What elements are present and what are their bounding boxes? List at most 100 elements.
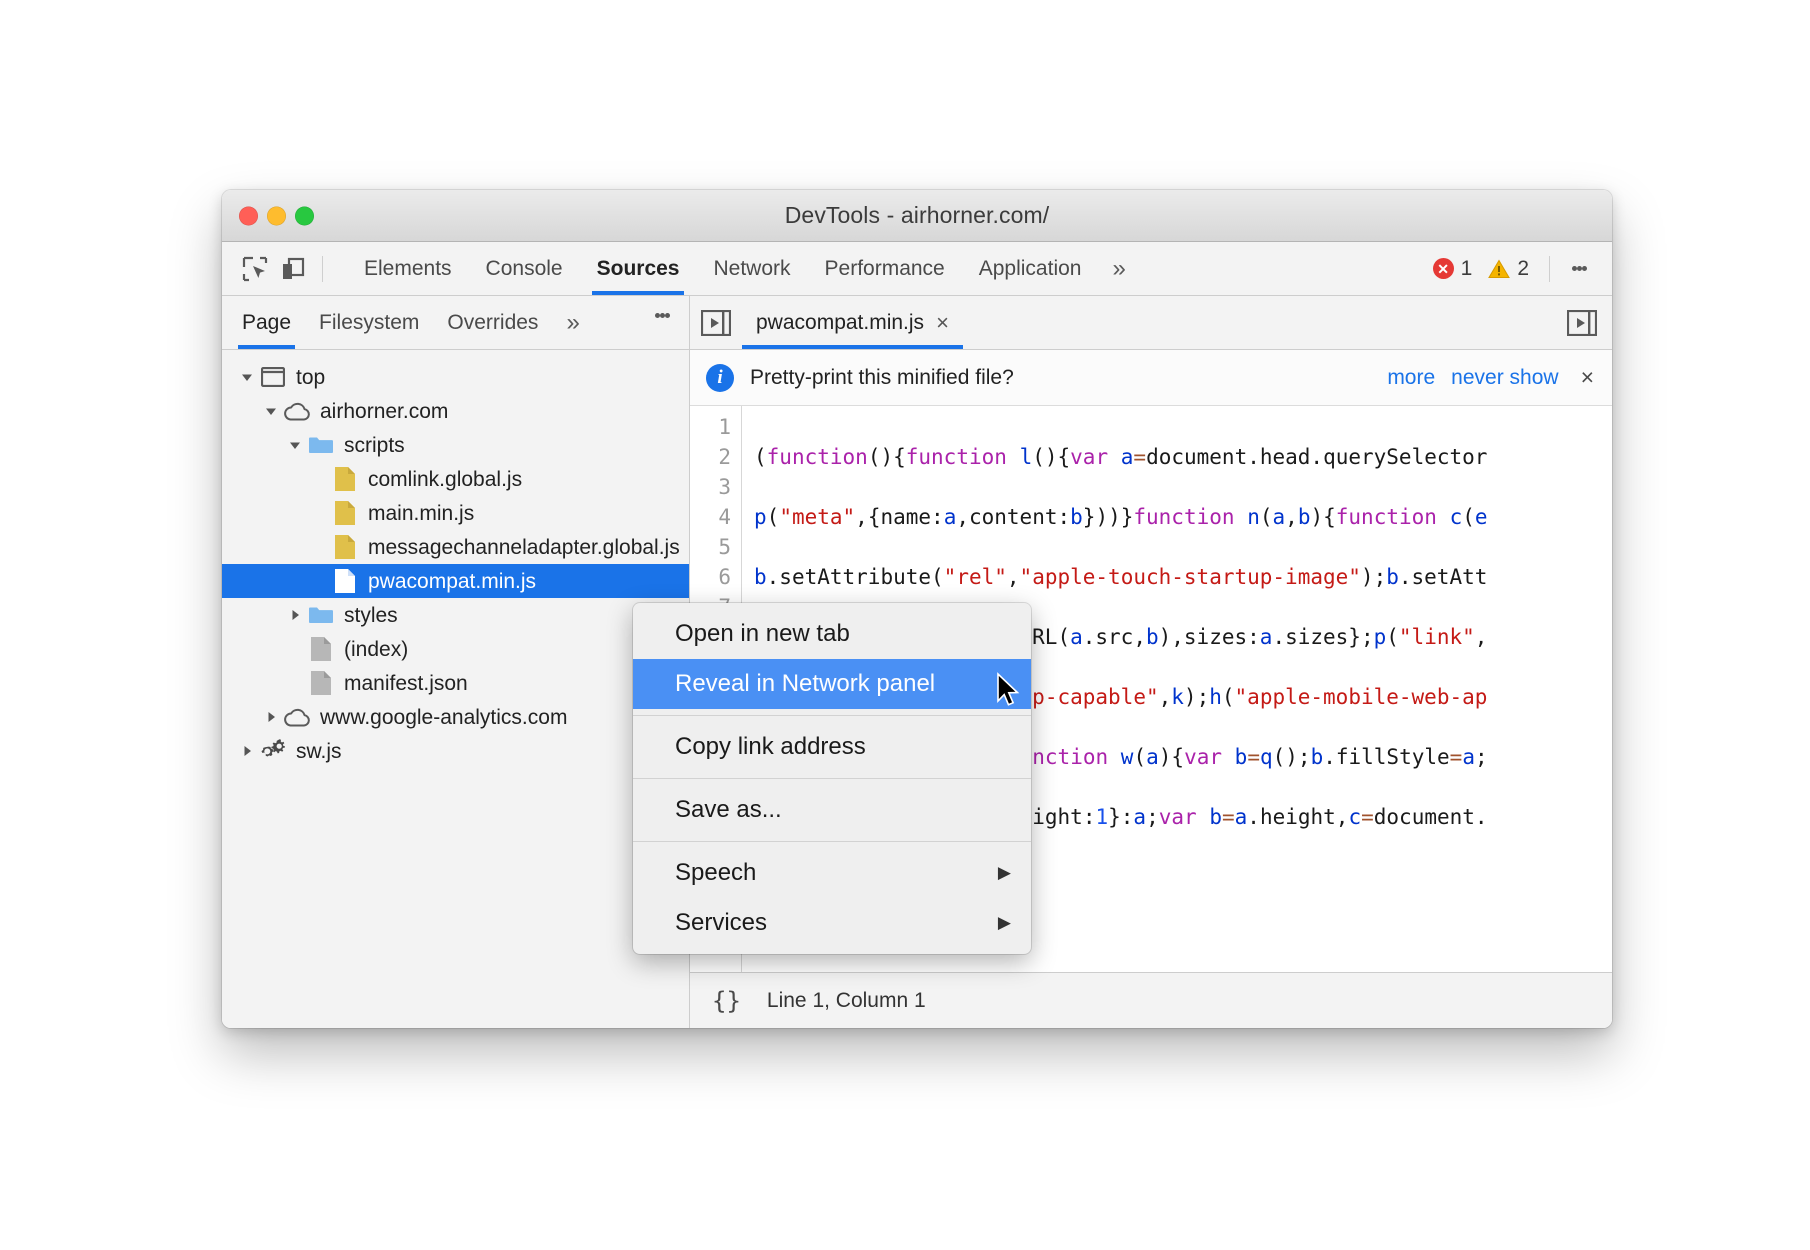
js-file-icon [330, 534, 360, 560]
tree-item-pwacompat-min-js[interactable]: pwacompat.min.js [222, 564, 689, 598]
panel-tabs: Elements Console Sources Network Perform… [347, 242, 1140, 295]
tab-application[interactable]: Application [962, 242, 1099, 295]
tab-network[interactable]: Network [696, 242, 807, 295]
banner-text: Pretty-print this minified file? [750, 366, 1014, 390]
context-menu-item-open-in-new-tab[interactable]: Open in new tab [633, 609, 1031, 659]
chevron-down-icon[interactable] [284, 438, 306, 452]
tree-item-label: messagechanneladapter.global.js [368, 537, 680, 558]
banner-more-link[interactable]: more [1387, 366, 1435, 390]
tree-item-comlink-global-js[interactable]: comlink.global.js [222, 462, 689, 496]
code-line: p("meta",{name:a,content:b}))}function n… [754, 502, 1612, 532]
service-worker-gears-icon [258, 737, 288, 765]
banner-never-show-link[interactable]: never show [1451, 366, 1558, 390]
banner-actions: more never show × [1387, 364, 1594, 391]
js-file-icon-selected [330, 568, 360, 594]
editor-status-bar: {} Line 1, Column 1 [690, 972, 1612, 1028]
chevron-down-icon[interactable] [236, 370, 258, 384]
context-menu-separator [633, 841, 1031, 842]
context-menu: Open in new tab Reveal in Network panel … [633, 603, 1031, 954]
navigator-pane: Page Filesystem Overrides » [222, 296, 690, 1028]
tree-item-label: www.google-analytics.com [320, 707, 567, 728]
info-icon: i [706, 364, 734, 392]
chevron-right-icon[interactable] [236, 744, 258, 758]
tree-item-sw-js[interactable]: sw.js [222, 734, 689, 768]
banner-close-icon[interactable]: × [1581, 364, 1594, 391]
pretty-print-button[interactable]: {} [712, 987, 741, 1015]
navigator-kebab-menu-icon[interactable] [645, 296, 679, 334]
device-toolbar-icon[interactable] [274, 250, 312, 288]
folder-icon [306, 435, 336, 455]
context-menu-item-copy-link-address[interactable]: Copy link address [633, 722, 1031, 772]
tab-elements[interactable]: Elements [347, 242, 469, 295]
close-window-button[interactable] [239, 206, 258, 225]
tree-item-label: pwacompat.min.js [368, 571, 536, 592]
maximize-window-button[interactable] [295, 206, 314, 225]
context-menu-item-save-as[interactable]: Save as... [633, 785, 1031, 835]
traffic-lights [239, 206, 314, 225]
submenu-arrow-icon: ▶ [998, 863, 1011, 883]
more-panels-chevron-icon[interactable]: » [1098, 242, 1139, 295]
context-menu-item-speech[interactable]: Speech ▶ [633, 848, 1031, 898]
close-icon[interactable]: × [936, 312, 949, 334]
minimize-window-button[interactable] [267, 206, 286, 225]
editor-tab-bar: pwacompat.min.js × [690, 296, 1612, 350]
tree-item-label: manifest.json [344, 673, 468, 694]
tree-item-styles[interactable]: styles [222, 598, 689, 632]
tree-item-main-min-js[interactable]: main.min.js [222, 496, 689, 530]
tree-item-messagechanneladapter-global-js[interactable]: messagechanneladapter.global.js [222, 530, 689, 564]
context-menu-separator [633, 715, 1031, 716]
folder-icon [306, 605, 336, 625]
code-line: b.setAttribute("rel","apple-touch-startu… [754, 562, 1612, 592]
line-number: 4 [690, 502, 731, 532]
tree-item-www-google-analytics-com[interactable]: www.google-analytics.com [222, 700, 689, 734]
devtools-toolbar: Elements Console Sources Network Perform… [222, 242, 1612, 296]
nav-tab-filesystem[interactable]: Filesystem [305, 296, 433, 349]
document-file-icon [306, 636, 336, 662]
cursor-position-label: Line 1, Column 1 [767, 989, 926, 1013]
panel-collapse-left-icon[interactable] [690, 296, 742, 349]
chevron-right-icon[interactable] [284, 608, 306, 622]
nav-tab-overrides[interactable]: Overrides [433, 296, 552, 349]
warning-triangle-icon [1488, 259, 1510, 279]
js-file-icon [330, 466, 360, 492]
chevron-down-icon[interactable] [260, 404, 282, 418]
tree-item-label: comlink.global.js [368, 469, 522, 490]
toolbar-divider-right [1549, 256, 1550, 282]
context-menu-item-label: Services [675, 909, 767, 937]
context-menu-item-services[interactable]: Services ▶ [633, 898, 1031, 948]
navigator-tabs: Page Filesystem Overrides » [222, 296, 689, 350]
cloud-icon [282, 402, 312, 421]
line-number: 6 [690, 562, 731, 592]
more-nav-tabs-chevron-icon[interactable]: » [552, 296, 593, 349]
tab-performance[interactable]: Performance [808, 242, 962, 295]
error-count: 1 [1461, 257, 1473, 281]
tree-item-airhorner-com[interactable]: airhorner.com [222, 394, 689, 428]
tree-item-manifest-json[interactable]: manifest.json [222, 666, 689, 700]
panel-collapse-right-icon[interactable] [1552, 296, 1612, 349]
chevron-right-icon[interactable] [260, 710, 282, 724]
warning-count: 2 [1517, 257, 1529, 281]
toolbar-right-group: ✕ 1 2 [1425, 250, 1596, 288]
context-menu-separator [633, 778, 1031, 779]
editor-tab-pwacompat-min-js[interactable]: pwacompat.min.js × [742, 296, 963, 349]
tree-item-label: top [296, 367, 325, 388]
error-count-badge[interactable]: ✕ 1 [1425, 257, 1481, 281]
tab-sources[interactable]: Sources [580, 242, 697, 295]
line-number: 2 [690, 442, 731, 472]
pretty-print-banner: i Pretty-print this minified file? more … [690, 350, 1612, 406]
mouse-cursor [996, 672, 1022, 715]
tree-item-label: (index) [344, 639, 408, 660]
nav-tab-page[interactable]: Page [228, 296, 305, 349]
code-line: (function(){function l(){var a=document.… [754, 442, 1612, 472]
tree-item-label: sw.js [296, 741, 342, 762]
kebab-menu-icon[interactable] [1562, 250, 1596, 288]
tree-item-label: main.min.js [368, 503, 474, 524]
tree-item-index[interactable]: (index) [222, 632, 689, 666]
tree-item-scripts[interactable]: scripts [222, 428, 689, 462]
context-menu-item-reveal-in-network-panel[interactable]: Reveal in Network panel [633, 659, 1031, 709]
warning-count-badge[interactable]: 2 [1480, 257, 1537, 281]
inspect-element-icon[interactable] [236, 250, 274, 288]
tree-item-top[interactable]: top [222, 360, 689, 394]
tab-console[interactable]: Console [469, 242, 580, 295]
line-number: 1 [690, 412, 731, 442]
